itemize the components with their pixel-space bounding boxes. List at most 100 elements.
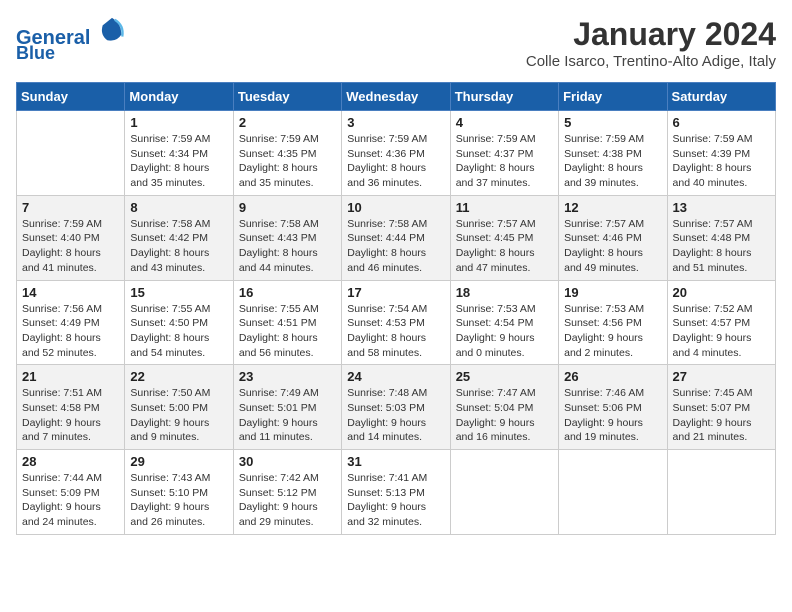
day-info: Sunrise: 7:53 AM Sunset: 4:54 PM Dayligh… [456,302,553,361]
title-area: January 2024 Colle Isarco, Trentino-Alto… [526,16,776,70]
day-info: Sunrise: 7:58 AM Sunset: 4:44 PM Dayligh… [347,217,444,276]
calendar-cell [559,450,667,535]
week-row-3: 21 Sunrise: 7:51 AM Sunset: 4:58 PM Dayli… [17,365,776,450]
day-number: 1 [130,115,227,130]
calendar-cell: 6Sunrise: 7:59 AM Sunset: 4:39 PM Daylig… [667,111,775,196]
calendar-cell: 12 Sunrise: 7:57 AM Sunset: 4:46 PM Dayli… [559,195,667,280]
day-header-friday: Friday [559,83,667,111]
day-info: Sunrise: 7:57 AM Sunset: 4:46 PM Dayligh… [564,217,661,276]
day-header-monday: Monday [125,83,233,111]
day-info: Sunrise: 7:56 AM Sunset: 4:49 PM Dayligh… [22,302,119,361]
day-info: Sunrise: 7:59 AM Sunset: 4:36 PM Dayligh… [347,132,444,191]
calendar-cell: 27 Sunrise: 7:45 AM Sunset: 5:07 PM Dayli… [667,365,775,450]
day-number: 7 [22,200,119,215]
day-number: 9 [239,200,336,215]
calendar-cell: 15 Sunrise: 7:55 AM Sunset: 4:50 PM Dayli… [125,280,233,365]
calendar-cell: 11 Sunrise: 7:57 AM Sunset: 4:45 PM Dayli… [450,195,558,280]
day-number: 14 [22,285,119,300]
calendar-cell: 4 Sunrise: 7:59 AM Sunset: 4:37 PM Daylig… [450,111,558,196]
calendar-cell: 31 Sunrise: 7:41 AM Sunset: 5:13 PM Dayli… [342,450,450,535]
day-number: 25 [456,369,553,384]
day-info: Sunrise: 7:48 AM Sunset: 5:03 PM Dayligh… [347,386,444,445]
day-info: Sunrise: 7:41 AM Sunset: 5:13 PM Dayligh… [347,471,444,530]
calendar-cell: 25Sunrise: 7:47 AM Sunset: 5:04 PM Dayli… [450,365,558,450]
day-info: Sunrise: 7:59 AM Sunset: 4:34 PM Dayligh… [130,132,227,191]
day-number: 2 [239,115,336,130]
day-number: 17 [347,285,444,300]
day-info: Sunrise: 7:46 AM Sunset: 5:06 PM Dayligh… [564,386,661,445]
day-info: Sunrise: 7:53 AM Sunset: 4:56 PM Dayligh… [564,302,661,361]
calendar-cell: 7 Sunrise: 7:59 AM Sunset: 4:40 PM Daylig… [17,195,125,280]
calendar-cell: 28 Sunrise: 7:44 AM Sunset: 5:09 PM Dayli… [17,450,125,535]
days-header-row: SundayMondayTuesdayWednesdayThursdayFrid… [17,83,776,111]
calendar-cell: 10Sunrise: 7:58 AM Sunset: 4:44 PM Dayli… [342,195,450,280]
calendar-cell: 29Sunrise: 7:43 AM Sunset: 5:10 PM Dayli… [125,450,233,535]
calendar-cell: 16Sunrise: 7:55 AM Sunset: 4:51 PM Dayli… [233,280,341,365]
day-number: 30 [239,454,336,469]
day-info: Sunrise: 7:59 AM Sunset: 4:38 PM Dayligh… [564,132,661,191]
day-number: 28 [22,454,119,469]
calendar-cell: 13 Sunrise: 7:57 AM Sunset: 4:48 PM Dayli… [667,195,775,280]
logo-icon [98,16,126,44]
logo: General Blue [16,16,126,64]
day-info: Sunrise: 7:58 AM Sunset: 4:42 PM Dayligh… [130,217,227,276]
day-number: 16 [239,285,336,300]
day-info: Sunrise: 7:52 AM Sunset: 4:57 PM Dayligh… [673,302,770,361]
day-number: 27 [673,369,770,384]
calendar-cell: 5 Sunrise: 7:59 AM Sunset: 4:38 PM Daylig… [559,111,667,196]
day-number: 26 [564,369,661,384]
day-number: 13 [673,200,770,215]
calendar-cell [17,111,125,196]
day-info: Sunrise: 7:59 AM Sunset: 4:35 PM Dayligh… [239,132,336,191]
day-number: 4 [456,115,553,130]
day-info: Sunrise: 7:58 AM Sunset: 4:43 PM Dayligh… [239,217,336,276]
calendar-cell [667,450,775,535]
day-info: Sunrise: 7:50 AM Sunset: 5:00 PM Dayligh… [130,386,227,445]
day-header-sunday: Sunday [17,83,125,111]
day-number: 11 [456,200,553,215]
day-info: Sunrise: 7:44 AM Sunset: 5:09 PM Dayligh… [22,471,119,530]
calendar-cell: 24 Sunrise: 7:48 AM Sunset: 5:03 PM Dayli… [342,365,450,450]
day-number: 15 [130,285,227,300]
day-info: Sunrise: 7:43 AM Sunset: 5:10 PM Dayligh… [130,471,227,530]
week-row-2: 14 Sunrise: 7:56 AM Sunset: 4:49 PM Dayli… [17,280,776,365]
week-row-1: 7 Sunrise: 7:59 AM Sunset: 4:40 PM Daylig… [17,195,776,280]
location: Colle Isarco, Trentino-Alto Adige, Italy [526,53,776,70]
day-header-saturday: Saturday [667,83,775,111]
day-info: Sunrise: 7:57 AM Sunset: 4:48 PM Dayligh… [673,217,770,276]
day-number: 6 [673,115,770,130]
calendar-cell: 3 Sunrise: 7:59 AM Sunset: 4:36 PM Daylig… [342,111,450,196]
day-number: 8 [130,200,227,215]
calendar-cell: 14 Sunrise: 7:56 AM Sunset: 4:49 PM Dayli… [17,280,125,365]
day-info: Sunrise: 7:57 AM Sunset: 4:45 PM Dayligh… [456,217,553,276]
calendar-cell: 19Sunrise: 7:53 AM Sunset: 4:56 PM Dayli… [559,280,667,365]
day-number: 24 [347,369,444,384]
day-header-tuesday: Tuesday [233,83,341,111]
calendar-cell: 23Sunrise: 7:49 AM Sunset: 5:01 PM Dayli… [233,365,341,450]
day-info: Sunrise: 7:54 AM Sunset: 4:53 PM Dayligh… [347,302,444,361]
day-number: 21 [22,369,119,384]
day-number: 31 [347,454,444,469]
calendar-cell: 1 Sunrise: 7:59 AM Sunset: 4:34 PM Daylig… [125,111,233,196]
day-info: Sunrise: 7:45 AM Sunset: 5:07 PM Dayligh… [673,386,770,445]
day-number: 5 [564,115,661,130]
day-info: Sunrise: 7:42 AM Sunset: 5:12 PM Dayligh… [239,471,336,530]
calendar-cell: 20 Sunrise: 7:52 AM Sunset: 4:57 PM Dayli… [667,280,775,365]
day-info: Sunrise: 7:59 AM Sunset: 4:37 PM Dayligh… [456,132,553,191]
calendar-table: SundayMondayTuesdayWednesdayThursdayFrid… [16,82,776,535]
calendar-cell: 9 Sunrise: 7:58 AM Sunset: 4:43 PM Daylig… [233,195,341,280]
calendar-cell: 30 Sunrise: 7:42 AM Sunset: 5:12 PM Dayli… [233,450,341,535]
day-info: Sunrise: 7:55 AM Sunset: 4:50 PM Dayligh… [130,302,227,361]
calendar-cell: 8 Sunrise: 7:58 AM Sunset: 4:42 PM Daylig… [125,195,233,280]
week-row-4: 28 Sunrise: 7:44 AM Sunset: 5:09 PM Dayli… [17,450,776,535]
day-number: 22 [130,369,227,384]
day-number: 23 [239,369,336,384]
day-info: Sunrise: 7:59 AM Sunset: 4:40 PM Dayligh… [22,217,119,276]
day-number: 12 [564,200,661,215]
calendar-cell: 22 Sunrise: 7:50 AM Sunset: 5:00 PM Dayli… [125,365,233,450]
calendar-cell: 2 Sunrise: 7:59 AM Sunset: 4:35 PM Daylig… [233,111,341,196]
day-number: 20 [673,285,770,300]
calendar-cell: 21 Sunrise: 7:51 AM Sunset: 4:58 PM Dayli… [17,365,125,450]
day-number: 3 [347,115,444,130]
day-info: Sunrise: 7:51 AM Sunset: 4:58 PM Dayligh… [22,386,119,445]
